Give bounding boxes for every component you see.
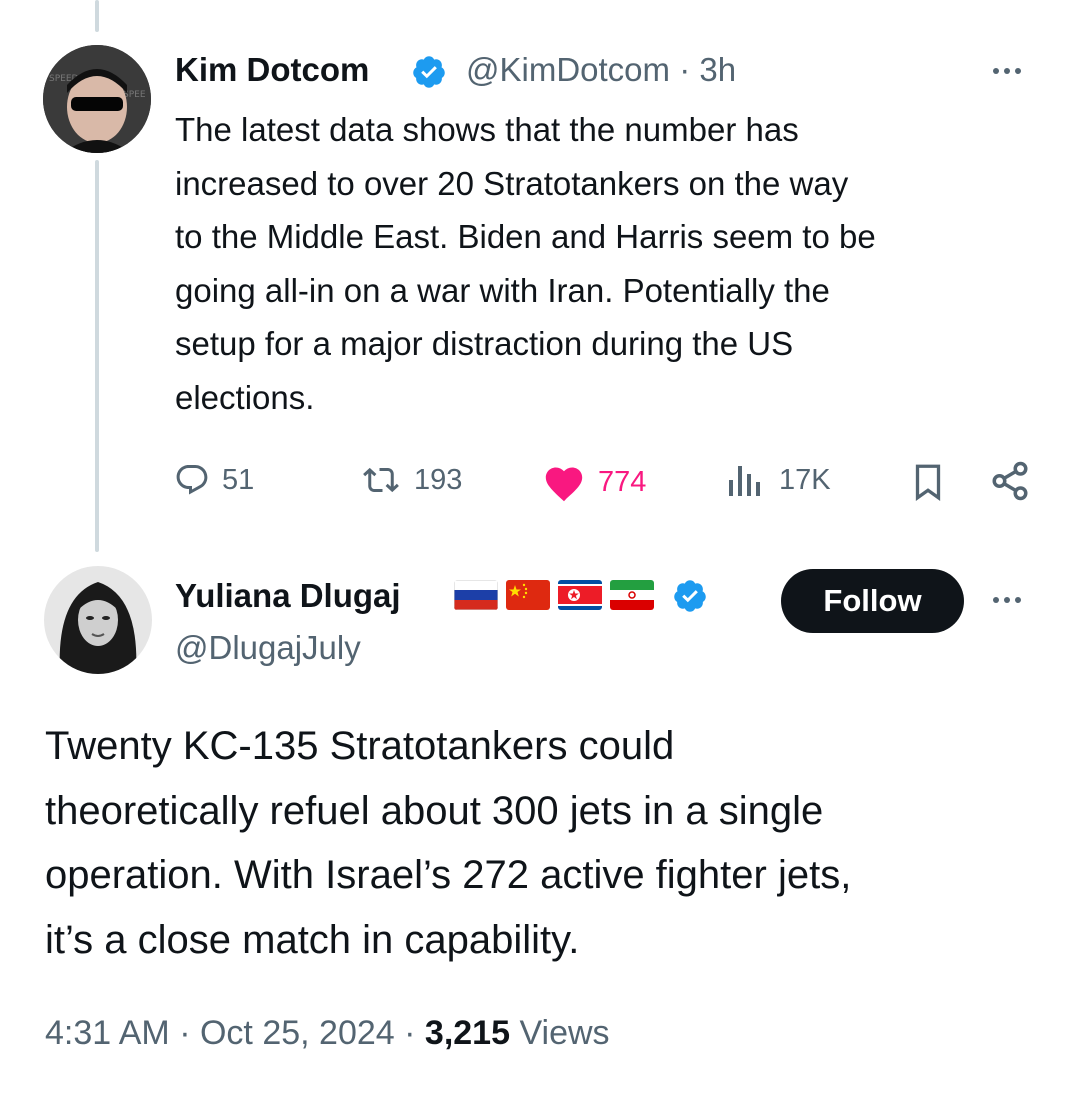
retweet-icon: [363, 467, 399, 493]
avatar-yuliana-dlugaj[interactable]: [44, 566, 152, 674]
reply-count: 51: [222, 463, 255, 496]
tweet-line: to the Middle East. Biden and Harris see…: [175, 218, 876, 255]
china-flag-icon: [506, 580, 550, 610]
views-button[interactable]: 17K: [727, 462, 831, 498]
separator-dot: ·: [404, 1014, 416, 1052]
thread-line-top: [95, 0, 99, 32]
tweet-body: Twenty KC-135 Stratotankers could theore…: [45, 714, 1045, 972]
verified-badge-icon: [413, 56, 445, 88]
more-options-icon[interactable]: [993, 597, 1021, 603]
tweet-line: it’s a close match in capability.: [45, 917, 580, 962]
tweet-line: operation. With Israel’s 272 active figh…: [45, 853, 852, 897]
more-options-icon[interactable]: [993, 68, 1021, 74]
like-count: 774: [598, 465, 647, 498]
author-handle[interactable]: @KimDotcom · 3h: [466, 51, 736, 89]
tweet-metadata: 4:31 AM · Oct 25, 2024 · 3,215 Views: [45, 1014, 610, 1053]
tweet-line: going all-in on a war with Iran. Potenti…: [175, 271, 830, 309]
follow-button[interactable]: Follow: [781, 569, 964, 633]
reply-icon: [176, 465, 208, 495]
bookmark-icon[interactable]: [910, 462, 946, 502]
author-handle[interactable]: @DlugajJuly: [175, 629, 361, 667]
post-time[interactable]: 3h: [699, 51, 736, 88]
iran-flag-icon: [610, 580, 654, 610]
views-chart-icon: [729, 466, 760, 496]
handle-text[interactable]: @KimDotcom: [466, 51, 670, 88]
tweet-body: The latest data shows that the number ha…: [175, 103, 1055, 424]
post-date[interactable]: Oct 25, 2024: [200, 1014, 395, 1052]
retweet-count: 193: [414, 463, 463, 496]
views-label: Views: [519, 1014, 610, 1052]
separator-dot: ·: [179, 1014, 191, 1052]
reply-button[interactable]: 51: [174, 462, 254, 498]
thread-line: [95, 160, 99, 552]
avatar-kim-dotcom[interactable]: SPEED SPEE: [43, 45, 151, 153]
separator-dot: ·: [679, 51, 691, 88]
tweet-line: increased to over 20 Stratotankers on th…: [175, 164, 849, 202]
tweet-line: The latest data shows that the number ha…: [175, 111, 799, 148]
retweet-button[interactable]: 193: [358, 462, 462, 498]
views-count: 3,215: [424, 1014, 510, 1052]
share-icon[interactable]: [989, 460, 1031, 502]
tweet-line: Twenty KC-135 Stratotankers could: [45, 724, 675, 768]
heart-icon: [545, 467, 583, 502]
tweet-line: setup for a major distraction during the…: [175, 325, 794, 362]
russia-flag-icon: [454, 580, 498, 610]
author-name[interactable]: Kim Dotcom: [175, 51, 369, 89]
author-name[interactable]: Yuliana Dlugaj: [175, 577, 401, 615]
post-time[interactable]: 4:31 AM: [45, 1014, 170, 1052]
verified-badge-icon: [674, 580, 706, 612]
like-button[interactable]: 774: [542, 462, 646, 502]
views-count: 17K: [779, 463, 831, 496]
tweet-line: elections.: [175, 378, 315, 416]
north-korea-flag-icon: [558, 580, 602, 610]
tweet-line: theoretically refuel about 300 jets in a…: [45, 788, 824, 833]
